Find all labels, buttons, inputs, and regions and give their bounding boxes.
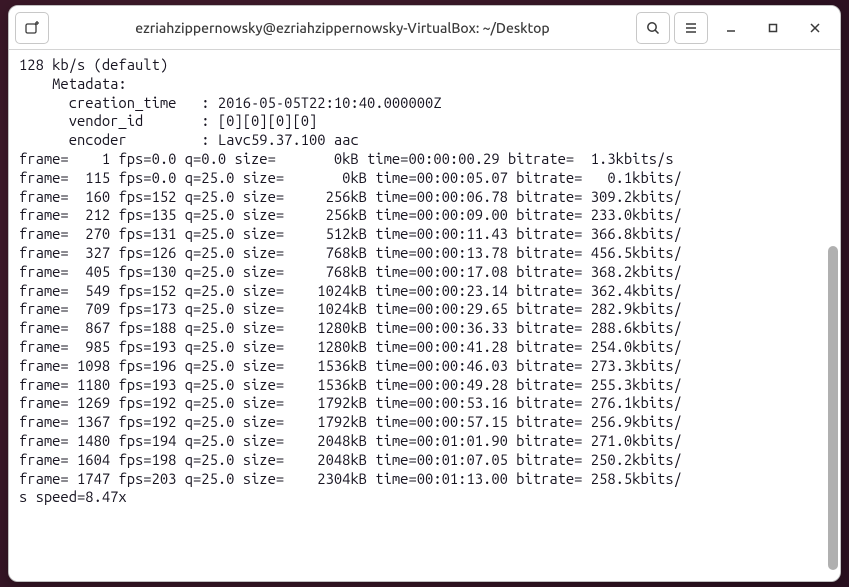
minimize-button[interactable]: [712, 12, 750, 44]
minimize-icon: [724, 21, 738, 35]
search-button[interactable]: [636, 12, 670, 44]
titlebar: ezriahzippernowsky@ezriahzippernowsky-Vi…: [9, 6, 840, 50]
output-line: encoder : Lavc59.37.100 aac: [19, 131, 359, 148]
maximize-button[interactable]: [754, 12, 792, 44]
close-button[interactable]: [796, 12, 834, 44]
output-line: 128 kb/s (default): [19, 56, 168, 73]
close-icon: [808, 21, 822, 35]
terminal-output[interactable]: 128 kb/s (default) Metadata: creation_ti…: [9, 50, 840, 581]
maximize-icon: [766, 21, 780, 35]
terminal-window: ezriahzippernowsky@ezriahzippernowsky-Vi…: [8, 5, 841, 582]
output-line: s speed=8.47x: [19, 488, 127, 505]
new-tab-button[interactable]: [15, 12, 49, 44]
scrollbar[interactable]: [826, 50, 838, 581]
hamburger-icon: [683, 20, 699, 36]
output-line: vendor_id : [0][0][0][0]: [19, 112, 317, 129]
new-tab-icon: [24, 20, 40, 36]
frame-progress-lines: frame= 1 fps=0.0 q=0.0 size= 0kB time=00…: [19, 150, 682, 487]
search-icon: [645, 20, 661, 36]
output-line: creation_time : 2016-05-05T22:10:40.0000…: [19, 94, 442, 111]
scrollbar-thumb[interactable]: [828, 246, 838, 570]
output-line: Metadata:: [19, 75, 127, 92]
menu-button[interactable]: [674, 12, 708, 44]
window-title: ezriahzippernowsky@ezriahzippernowsky-Vi…: [53, 20, 632, 36]
